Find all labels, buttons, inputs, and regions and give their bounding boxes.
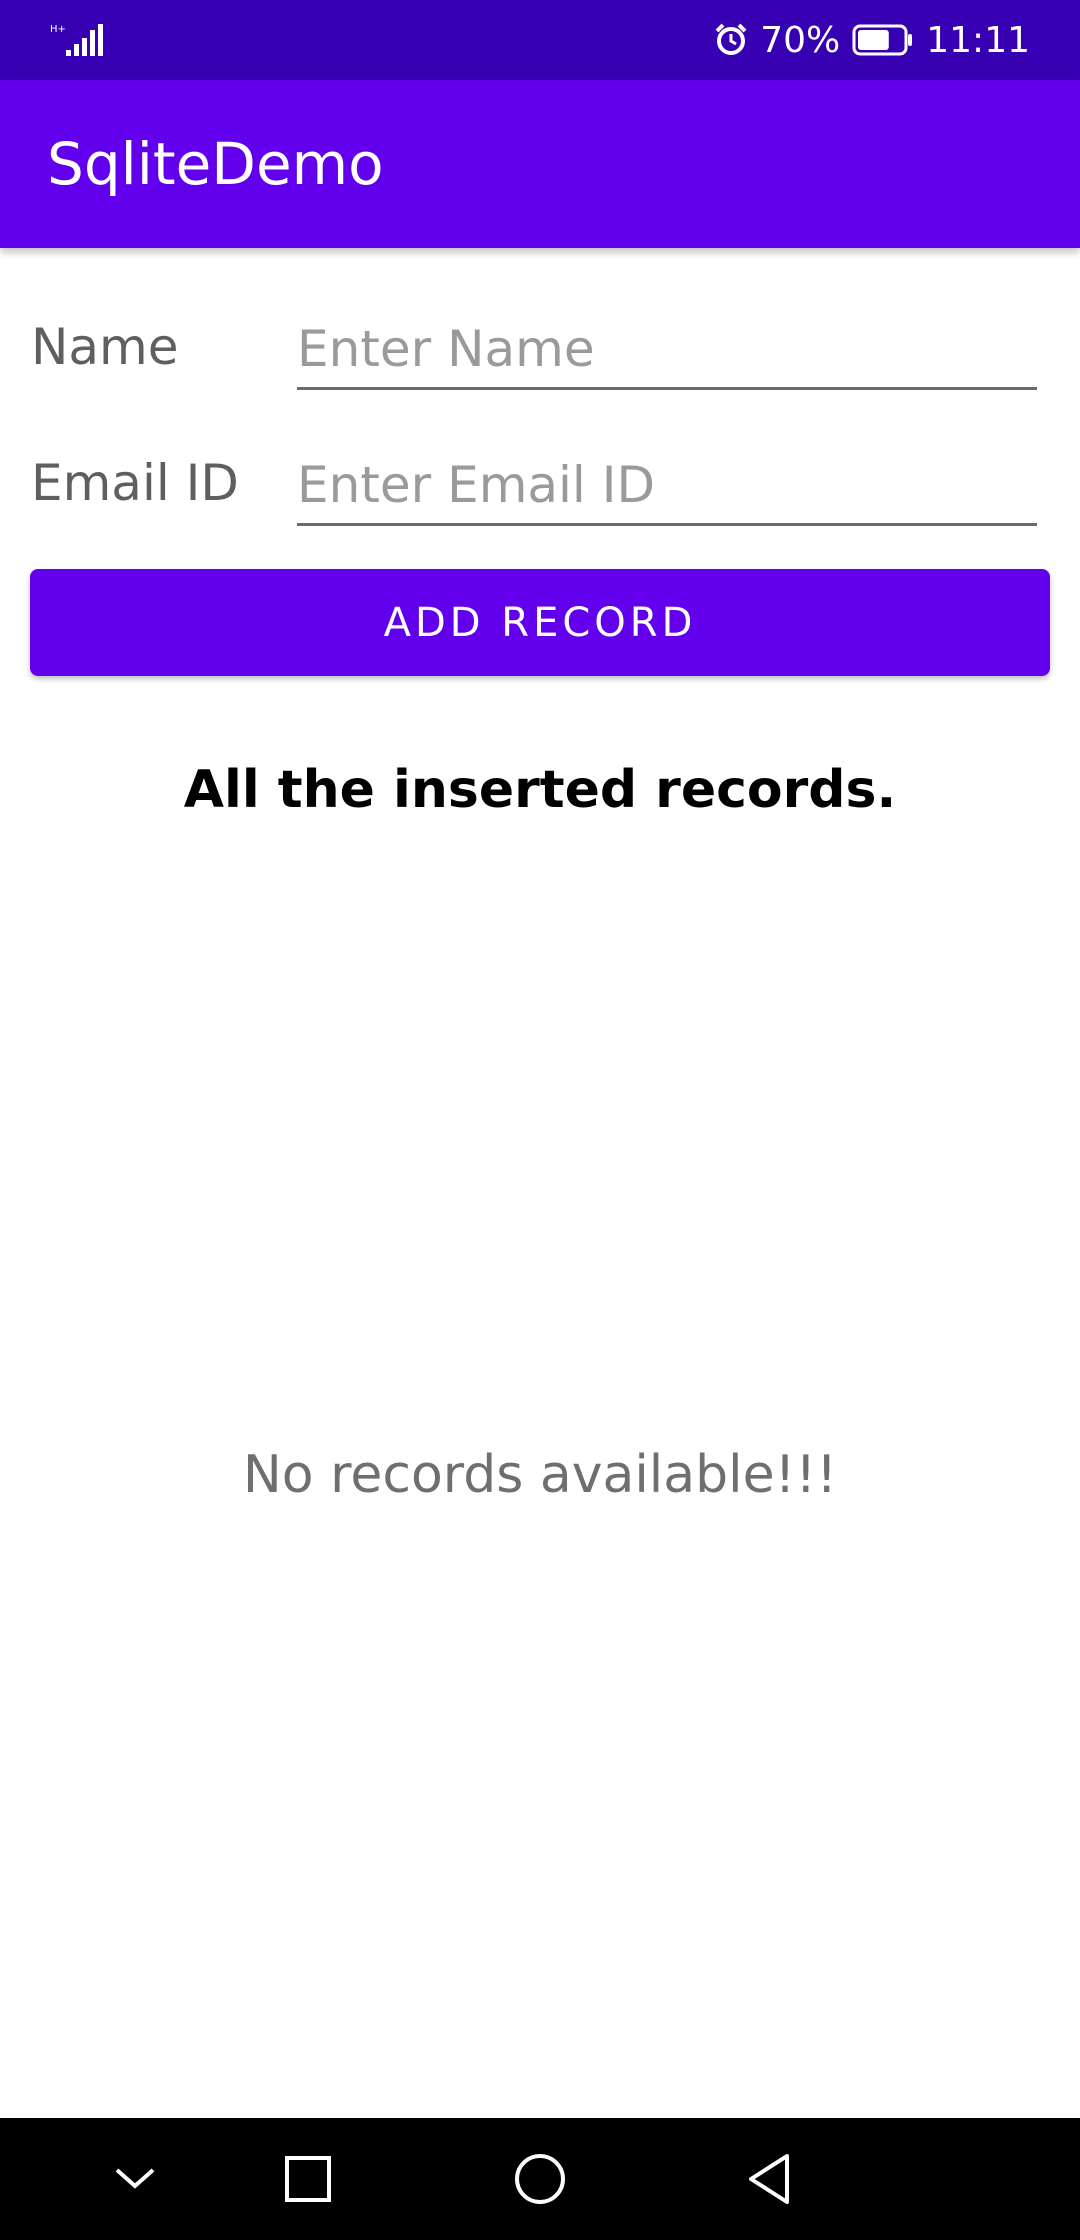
nav-recents-button[interactable] [248,2118,368,2240]
records-heading: All the inserted records. [183,760,897,820]
home-circle-icon [515,2154,565,2204]
phone-screen: H+ 70% 11:11 SqliteDemo Name Enter Name … [0,0,1080,2240]
alarm-clock-icon [715,23,747,55]
empty-records-message: No records available!!! [242,1445,838,1505]
navigation-bar [0,2118,1080,2240]
status-right: 70% 11:11 [714,0,1030,80]
name-input[interactable] [297,310,1037,390]
chevron-down-icon [115,2168,155,2189]
back-triangle-icon [749,2154,789,2204]
signal-bars-icon: H+ [50,24,103,56]
clock-time: 11:11 [926,19,1030,61]
recents-square-icon [285,2156,331,2202]
status-bar: H+ 70% 11:11 [0,0,1080,80]
add-record-button[interactable]: ADD RECORD [30,569,1050,676]
nav-home-button[interactable] [480,2118,600,2240]
app-title: SqliteDemo [47,130,384,198]
app-bar: SqliteDemo [0,80,1080,248]
svg-text:H+: H+ [50,24,66,35]
email-label: Email ID [31,454,239,512]
battery-percent: 70% [760,19,841,61]
battery-icon [852,24,913,56]
nav-back-button[interactable] [710,2118,830,2240]
name-label: Name [31,318,179,376]
nav-collapse-button[interactable] [75,2118,195,2240]
email-input[interactable] [297,446,1037,526]
